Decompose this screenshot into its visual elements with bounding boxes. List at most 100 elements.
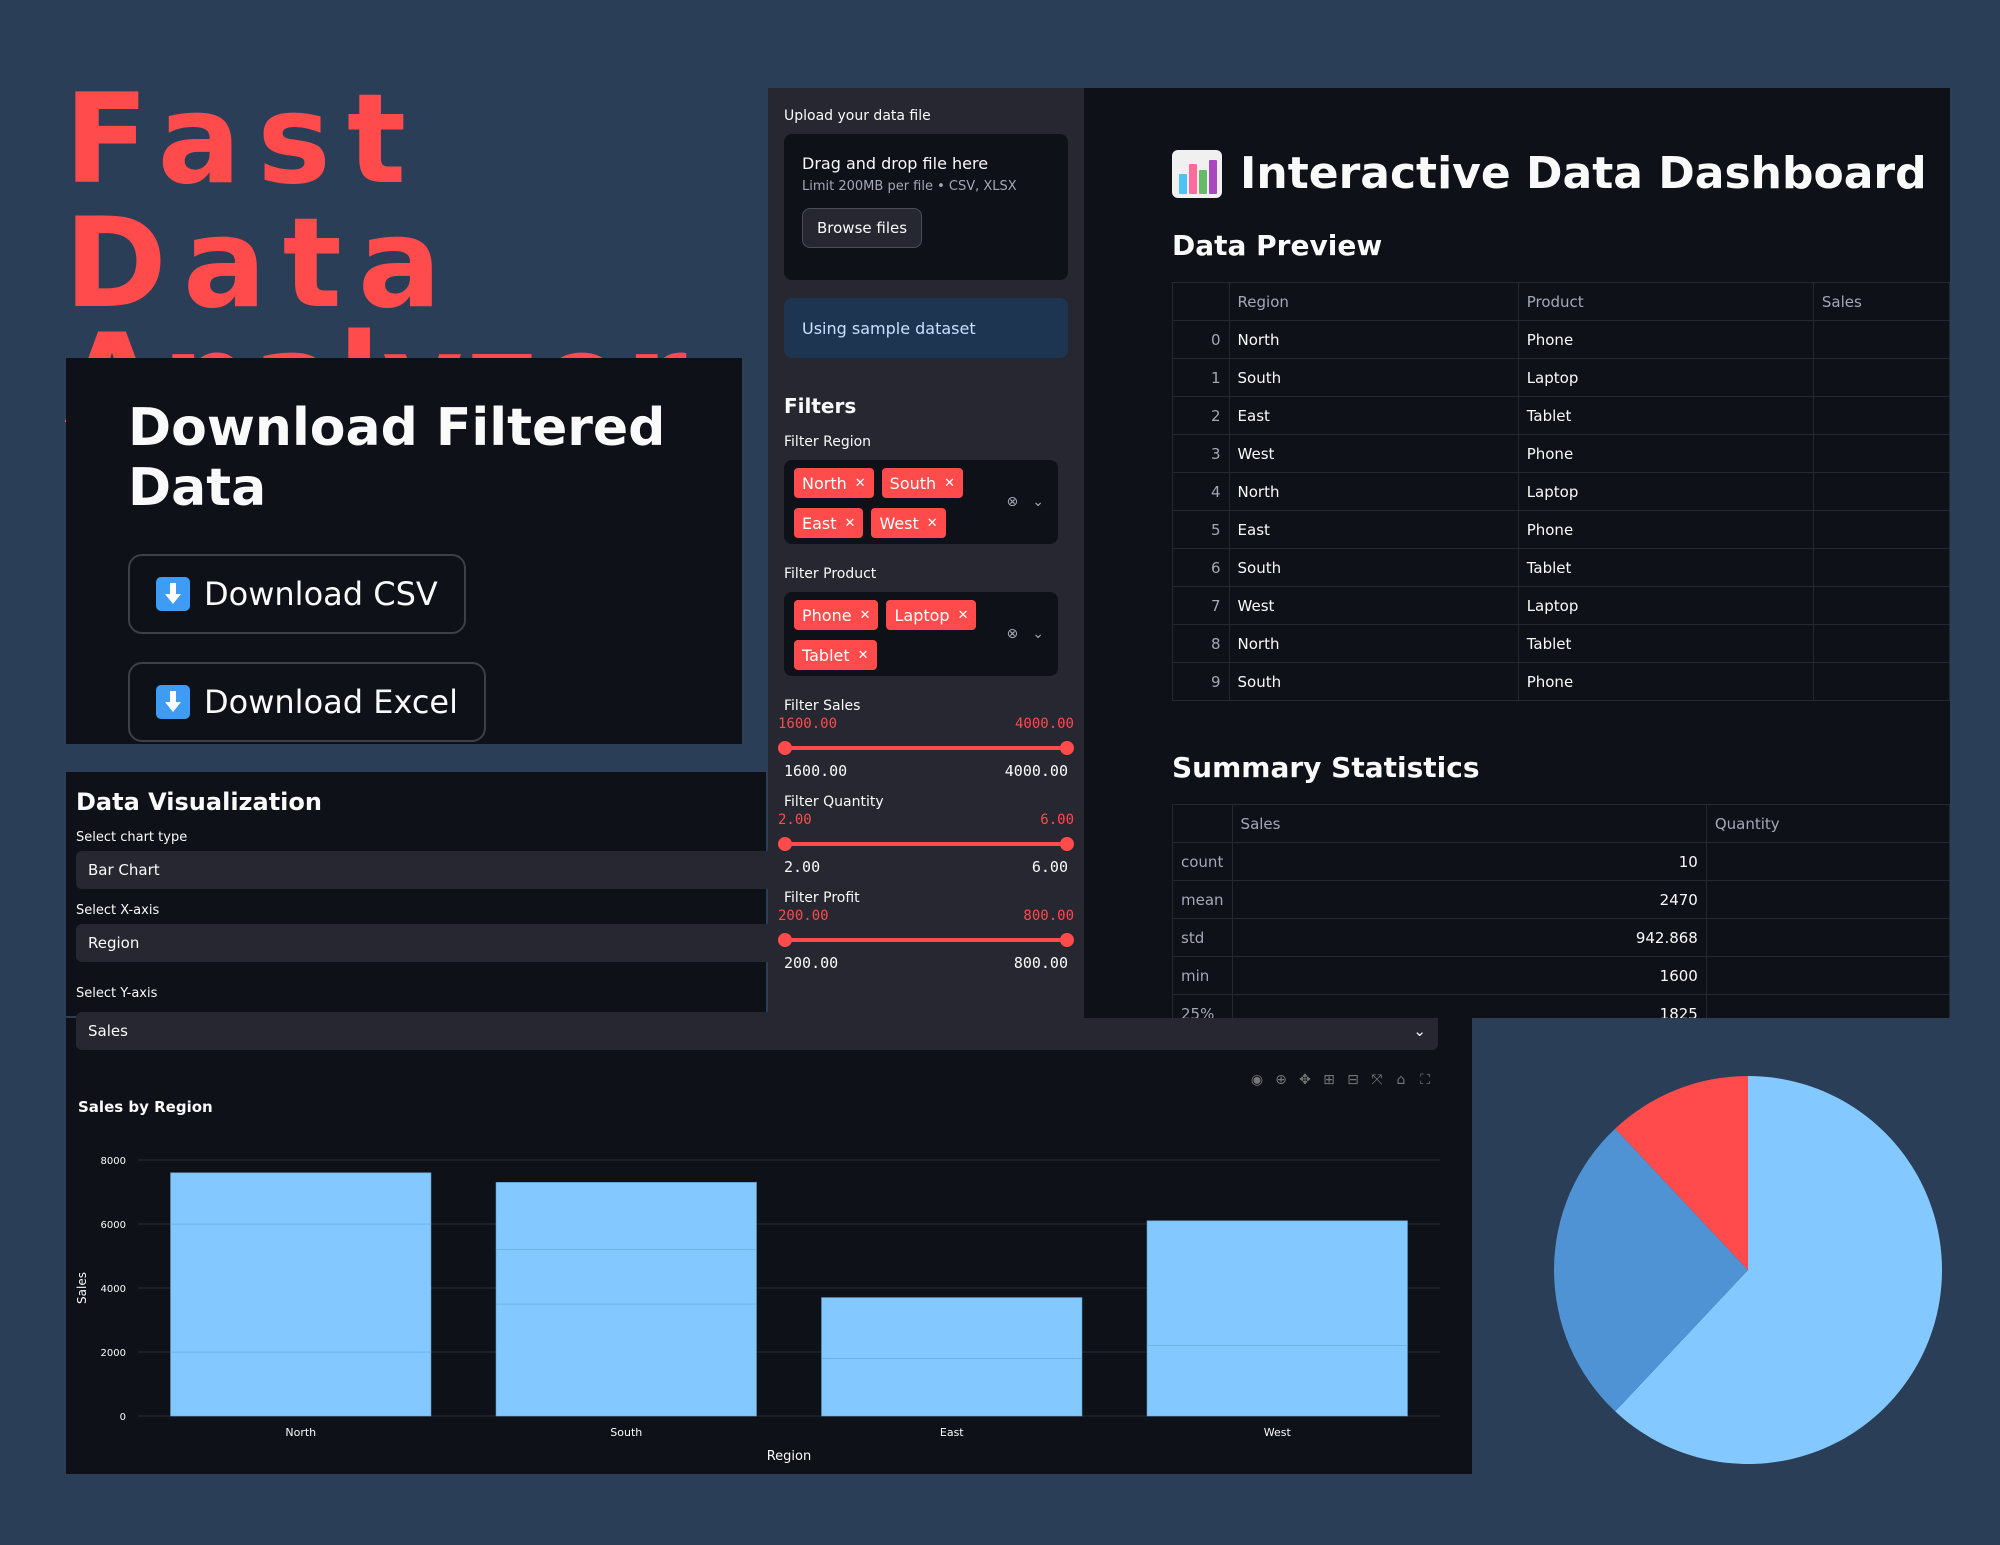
download-excel-label: Download Excel	[204, 683, 458, 721]
column-header[interactable]: Quantity	[1705, 804, 1950, 843]
cell-region: North	[1228, 472, 1519, 511]
remove-chip-icon[interactable]: ✕	[860, 608, 871, 623]
filter-product-multiselect[interactable]: Phone ✕ Laptop ✕ Tablet ✕ ⊗ ⌄	[784, 592, 1058, 676]
summary-statistics-table[interactable]: Sales Quantity count 10 mean 2470 std 942.868…	[1172, 804, 1950, 1018]
cell-region: East	[1228, 396, 1519, 435]
cell-product: Tablet	[1517, 548, 1814, 587]
column-header[interactable]: Sales	[1812, 282, 1950, 321]
table-row[interactable]: mean 2470	[1172, 880, 1950, 919]
table-row[interactable]: 1 South Laptop	[1172, 358, 1950, 397]
profit-max-handle[interactable]	[1060, 933, 1074, 947]
sales-min-handle[interactable]	[778, 741, 792, 755]
clear-icon[interactable]: ⊗	[1007, 626, 1019, 642]
remove-chip-icon[interactable]: ✕	[855, 476, 866, 491]
fullscreen-icon[interactable]: ⛶	[1418, 1072, 1432, 1088]
bar-segment	[1146, 1220, 1408, 1346]
cell-sales	[1812, 434, 1950, 473]
zoom-out-icon[interactable]: ⊟	[1346, 1072, 1360, 1088]
filter-region-multiselect[interactable]: North ✕ South ✕ East ✕ West ✕ ⊗ ⌄	[784, 460, 1058, 544]
table-row[interactable]: 5 East Phone	[1172, 510, 1950, 549]
table-row[interactable]: std 942.868	[1172, 918, 1950, 957]
x-tick-label: South	[610, 1426, 642, 1439]
filter-quantity-slider[interactable]: 2.00 6.00 2.00 6.00	[778, 812, 1074, 876]
upload-label: Upload your data file	[784, 108, 931, 124]
profit-min-handle[interactable]	[778, 933, 792, 947]
column-header[interactable]: Product	[1517, 282, 1814, 321]
chevron-down-icon[interactable]: ⌄	[1032, 626, 1044, 642]
stat-sales: 10	[1231, 842, 1707, 881]
row-index: 4	[1172, 472, 1230, 511]
remove-chip-icon[interactable]: ✕	[958, 608, 969, 623]
cell-product: Phone	[1517, 510, 1814, 549]
product-chip[interactable]: Laptop ✕	[886, 600, 977, 630]
browse-files-button[interactable]: Browse files	[802, 208, 923, 248]
chart-type-select[interactable]: Bar Chart	[76, 851, 776, 889]
column-header[interactable]: Region	[1228, 282, 1519, 321]
filter-sales-slider[interactable]: 1600.00 4000.00 1600.00 4000.00	[778, 716, 1074, 780]
info-alert: Using sample dataset	[784, 298, 1068, 358]
main-dashboard: Interactive Data Dashboard Data Preview …	[1084, 88, 1950, 1018]
remove-chip-icon[interactable]: ✕	[927, 516, 938, 531]
qty-max-handle[interactable]	[1060, 837, 1074, 851]
filter-profit-slider[interactable]: 200.00 800.00 200.00 800.00	[778, 908, 1074, 972]
region-chip[interactable]: East ✕	[794, 508, 864, 538]
table-row[interactable]: 3 West Phone	[1172, 434, 1950, 473]
x-axis-select[interactable]: Region	[76, 924, 776, 962]
zoom-in-icon[interactable]: ⊞	[1322, 1072, 1336, 1088]
dropzone-title: Drag and drop file here	[802, 154, 989, 173]
table-row[interactable]: 9 South Phone	[1172, 662, 1950, 701]
pan-icon[interactable]: ✥	[1298, 1072, 1312, 1088]
row-index: 6	[1172, 548, 1230, 587]
column-header[interactable]: Sales	[1231, 804, 1707, 843]
region-chip[interactable]: North ✕	[794, 468, 874, 498]
table-row[interactable]: min 1600	[1172, 956, 1950, 995]
chip-label: Phone	[802, 605, 852, 625]
cell-product: Tablet	[1517, 396, 1814, 435]
sales-min-bound: 1600.00	[784, 762, 848, 780]
row-index: 7	[1172, 586, 1230, 625]
remove-chip-icon[interactable]: ✕	[845, 516, 856, 531]
qty-min-handle[interactable]	[778, 837, 792, 851]
chevron-down-icon[interactable]: ⌄	[1032, 494, 1044, 510]
stat-name: mean	[1172, 880, 1233, 919]
sales-max-handle[interactable]	[1060, 741, 1074, 755]
y-tick-label: 2000	[101, 1348, 126, 1359]
download-arrow-icon	[156, 685, 190, 719]
camera-icon[interactable]: ◉	[1250, 1072, 1264, 1088]
table-row[interactable]: 7 West Laptop	[1172, 586, 1950, 625]
autoscale-icon[interactable]: ⤧	[1370, 1072, 1384, 1088]
sales-max-bound: 4000.00	[1004, 762, 1068, 780]
chart-toolbar: ◉ ⊕ ✥ ⊞ ⊟ ⤧ ⌂ ⛶	[1250, 1072, 1432, 1088]
table-row[interactable]: 2 East Tablet	[1172, 396, 1950, 435]
remove-chip-icon[interactable]: ✕	[944, 476, 955, 491]
download-excel-button[interactable]: Download Excel	[128, 662, 486, 742]
row-index: 0	[1172, 320, 1230, 359]
clear-icon[interactable]: ⊗	[1007, 494, 1019, 510]
x-tick-label: North	[285, 1426, 316, 1439]
region-chip[interactable]: West ✕	[871, 508, 946, 538]
file-dropzone[interactable]: Drag and drop file here Limit 200MB per …	[784, 134, 1068, 280]
table-row[interactable]: 8 North Tablet	[1172, 624, 1950, 663]
row-index: 3	[1172, 434, 1230, 473]
filter-sales-label: Filter Sales	[784, 698, 861, 714]
table-row[interactable]: 0 North Phone	[1172, 320, 1950, 359]
home-icon[interactable]: ⌂	[1394, 1072, 1408, 1088]
profit-min-current: 200.00	[778, 908, 829, 924]
product-chip[interactable]: Tablet ✕	[794, 640, 877, 670]
bar-segment	[495, 1182, 757, 1250]
region-chip[interactable]: South ✕	[881, 468, 964, 498]
data-preview-table[interactable]: Region Product Sales 0 North Phone 1 South La…	[1172, 282, 1950, 701]
table-row[interactable]: 6 South Tablet	[1172, 548, 1950, 587]
zoom-icon[interactable]: ⊕	[1274, 1072, 1288, 1088]
table-row[interactable]: 4 North Laptop	[1172, 472, 1950, 511]
filter-quantity-label: Filter Quantity	[784, 794, 884, 810]
filter-profit-label: Filter Profit	[784, 890, 860, 906]
table-row[interactable]: count 10	[1172, 842, 1950, 881]
chip-label: West	[879, 513, 919, 533]
profit-max-bound: 800.00	[1013, 954, 1068, 972]
table-row[interactable]: 25% 1825	[1172, 994, 1950, 1018]
remove-chip-icon[interactable]: ✕	[858, 648, 869, 663]
product-chip[interactable]: Phone ✕	[794, 600, 879, 630]
download-csv-button[interactable]: Download CSV	[128, 554, 466, 634]
row-index: 5	[1172, 510, 1230, 549]
